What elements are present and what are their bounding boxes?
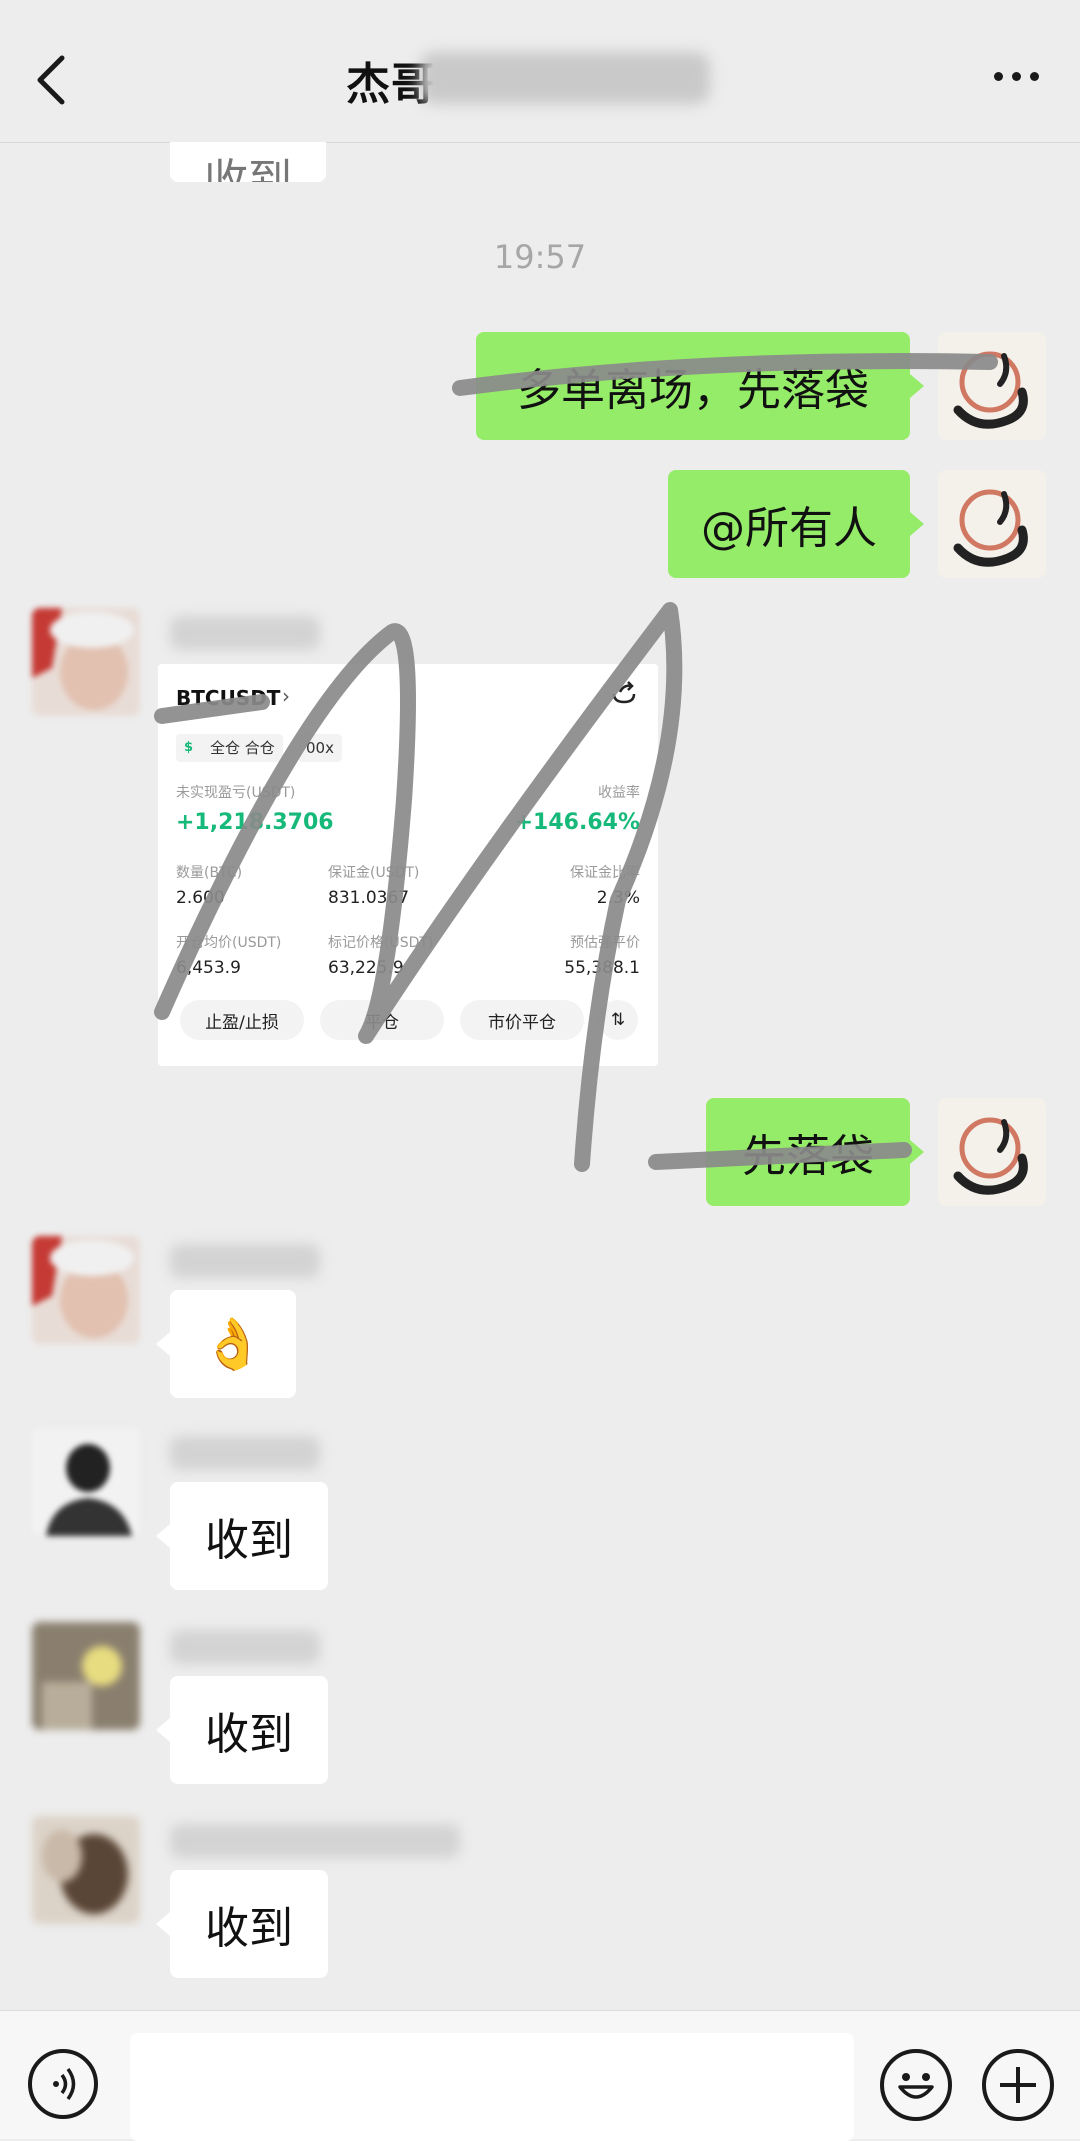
more-icon[interactable] [994,66,1054,90]
member-name-redacted [170,616,320,650]
member-avatar[interactable] [32,1816,140,1924]
tp-sl-button: 止盈/止损 [180,1000,304,1040]
message-text: @所有人 [701,503,877,554]
my-message-2[interactable]: @所有人 [668,470,910,578]
reply-message-3[interactable]: 收到 [170,1676,328,1784]
member-name-redacted [170,1824,460,1858]
qty-label: 数量(BTC) [176,865,243,881]
market-close-button: 市价平仓 [460,1000,584,1040]
reply-message-2[interactable]: 收到 [170,1482,328,1590]
voice-icon[interactable] [28,2049,98,2119]
message-text: 收到 [205,1709,293,1760]
bubble-tail [156,1524,170,1548]
chat-input-bar [0,2010,1080,2141]
my-avatar[interactable] [938,470,1046,578]
margin-value: 831.0367 [328,888,410,908]
unrealized-pnl-label: 未实现盈亏(USDT) [176,785,296,801]
margin-ratio-value: 2.3% [596,888,640,908]
bubble-tail [910,512,924,536]
mark-price-label: 标记价格(USDT) [328,935,434,951]
bubble-tail [910,374,924,398]
mark-price-value: 63,225.9 [328,958,404,978]
message-timestamp: 19:57 [493,238,587,276]
message-text: 先落袋 [742,1131,874,1182]
bubble-tail [910,1140,924,1164]
member-name-redacted [170,1630,320,1664]
bubble-tail [156,1912,170,1936]
my-avatar[interactable] [938,1098,1046,1206]
swap-icon: ⇅ [598,1000,638,1040]
message-text: 收到 [205,1515,293,1566]
member-avatar[interactable] [32,1236,140,1344]
member-name-redacted [170,1244,320,1278]
entry-price-value: 6,453.9 [176,958,241,978]
member-avatar[interactable] [32,608,140,716]
back-icon[interactable] [30,48,74,112]
message-input[interactable] [130,2033,854,2141]
close-position-button: 平仓 [320,1000,444,1040]
message-text: 收到 [204,155,292,182]
share-icon [610,680,638,710]
message-text: 多单离场，先落袋 [517,365,869,416]
member-avatar[interactable] [32,1622,140,1730]
liq-price-label: 预估强平价 [570,935,640,951]
ok-hand-emoji-icon: 👌 [201,1314,265,1373]
member-avatar[interactable] [32,1428,140,1536]
message-bubble-partial[interactable]: 收到 [170,142,326,182]
roe-value: +146.64% [514,810,640,835]
member-name-redacted [170,1436,320,1470]
scribble-annotation [154,353,998,1172]
mode-logo-icon: $ [184,740,194,755]
add-icon[interactable] [982,2049,1054,2121]
bubble-tail [156,1332,170,1356]
message-text: 收到 [205,1903,293,1954]
reply-message-4[interactable]: 收到 [170,1870,328,1978]
margin-ratio-label: 保证金比率 [570,865,640,881]
entry-price-label: 开仓均价(USDT) [176,935,282,951]
roe-label: 收益率 [598,785,640,801]
emoji-icon[interactable] [880,2049,952,2121]
margin-label: 保证金(USDT) [328,865,420,881]
qty-value: 2.600 [176,888,225,908]
my-message-3[interactable]: 先落袋 [706,1098,910,1206]
liq-price-value: 55,388.1 [564,958,640,978]
reply-message-emoji[interactable]: 👌 [170,1290,296,1398]
title-redaction [420,52,710,104]
my-avatar[interactable] [938,332,1046,440]
leverage-chip: 00x [298,734,342,762]
my-message-1[interactable]: 多单离场，先落袋 [476,332,910,440]
bubble-tail [156,1718,170,1742]
chat-header: 杰哥 [0,0,1080,143]
chevron-right-icon: › [282,684,290,708]
card-symbol: BTCUSDT [176,686,281,710]
unrealized-pnl-value: +1,218.3706 [176,810,334,835]
position-screenshot-card[interactable]: BTCUSDT › 全仓 合仓 $ 00x 未实现盈亏(USDT) +1,218… [158,664,658,1066]
